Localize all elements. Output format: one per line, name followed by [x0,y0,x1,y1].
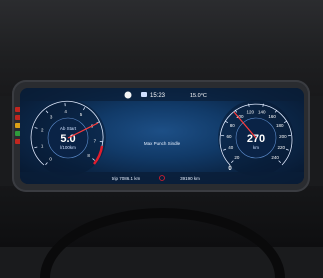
speedometer-tick-label: 120 [247,109,255,114]
light-indicator-icon [125,92,132,99]
speed-value: 270 [247,133,265,145]
clock-time: 15:23 [150,93,166,99]
speedometer-tick-label: 80 [230,123,236,128]
center-message: Max Punch Sindle [144,141,181,146]
speed-unit: km [253,145,259,150]
footer-bar [20,172,304,184]
speedometer-tick-label: 180 [276,123,284,128]
speedometer-tick-label: 240 [271,155,279,160]
speedometer-tick-label: 40 [228,145,234,150]
speedometer-tick-label: 220 [278,145,286,150]
speedometer: 20406080100120140160180200220240 270 km … [218,100,294,176]
consumption-gauge: 012345678 Ab Start 5.0 l/100km [30,100,106,176]
left-gauge-label: Ab Start [60,126,77,131]
speedometer-tick-label: 160 [268,114,276,119]
speedometer-tick-label: 20 [234,155,240,160]
odometer: 39190 km [180,176,200,181]
instrument-display: 15:23 15.0°C 012345678 Ab Start 5.0 l/10… [20,88,304,184]
speedometer-tick-label: 60 [227,134,233,139]
speedometer-tick-label: 140 [258,109,266,114]
outside-temperature: 15.0°C [190,93,207,99]
cluster-graphics: 15:23 15.0°C 012345678 Ab Start 5.0 l/10… [20,88,304,184]
trip-distance: trip 7086.1 km [112,176,141,181]
car-icon [141,92,147,97]
speedometer-tick-label: 200 [279,134,287,139]
left-gauge-unit: l/100km [60,145,76,150]
